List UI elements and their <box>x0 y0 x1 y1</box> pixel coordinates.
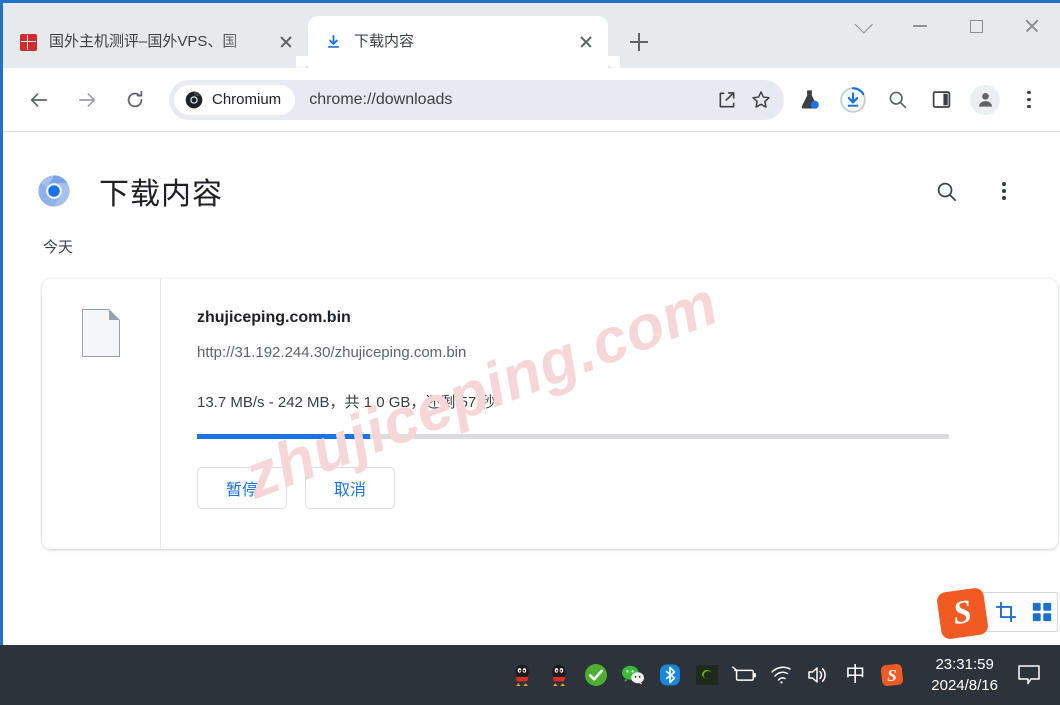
chromium-chip[interactable]: Chromium <box>174 84 296 115</box>
taskbar: 中 S 23:31:59 2024/8/16 <box>0 645 1060 705</box>
maximize-button[interactable] <box>948 3 1004 49</box>
file-url[interactable]: http://31.192.244.30/zhujiceping.com.bin <box>197 344 1058 361</box>
file-name[interactable]: zhujiceping.com.bin <box>197 309 1058 327</box>
download-icon <box>324 33 342 51</box>
section-label-today: 今天 <box>43 239 74 256</box>
browser-toolbar: Chromium chrome://downloads <box>3 68 1060 132</box>
minimize-icon <box>913 25 927 27</box>
svg-text:S: S <box>888 666 897 685</box>
red-square-favicon-icon <box>19 33 37 51</box>
page-search-button[interactable] <box>928 173 964 209</box>
progress-bar-fill <box>197 434 370 439</box>
downloads-header: 下载内容 <box>3 132 1060 224</box>
star-icon <box>752 90 770 108</box>
new-tab-button[interactable] <box>622 25 656 59</box>
close-button[interactable] <box>1004 3 1060 49</box>
avatar <box>970 84 1000 115</box>
cancel-button[interactable]: 取消 <box>305 467 395 509</box>
taskbar-clock[interactable]: 23:31:59 2024/8/16 <box>931 654 998 696</box>
grid-button[interactable] <box>1027 595 1057 629</box>
url-text[interactable]: chrome://downloads <box>309 91 710 109</box>
three-dot-menu-icon <box>1027 90 1031 109</box>
tab-close-icon[interactable] <box>274 30 298 54</box>
share-button[interactable] <box>710 83 744 117</box>
search-icon <box>937 182 956 201</box>
side-panel-button[interactable] <box>922 81 960 119</box>
crop-icon <box>995 601 1017 623</box>
side-panel-icon <box>932 91 950 108</box>
wifi-icon[interactable] <box>768 662 794 688</box>
toolbar-search-button[interactable] <box>878 81 916 119</box>
file-icon-column <box>42 279 161 549</box>
chromium-logo-icon <box>185 91 203 108</box>
qq-penguin-icon[interactable] <box>509 662 535 688</box>
header-actions <box>928 173 1036 209</box>
chevron-down-icon <box>854 14 873 34</box>
green-check-icon[interactable] <box>583 662 609 688</box>
tab-title: 下载内容 <box>354 33 415 50</box>
close-icon <box>1024 18 1040 34</box>
notification-button[interactable] <box>1016 662 1042 688</box>
address-bar[interactable]: Chromium chrome://downloads <box>169 79 784 120</box>
clock-date: 2024/8/16 <box>931 677 998 694</box>
share-icon <box>719 91 735 107</box>
person-icon <box>978 93 992 107</box>
page-title: 下载内容 <box>99 178 223 211</box>
chromium-chip-label: Chromium <box>212 91 282 108</box>
more-vertical-icon <box>1002 182 1006 200</box>
file-icon <box>82 309 120 357</box>
progress-bar-track <box>197 434 949 439</box>
screen-capture-toolbar: S <box>935 586 1058 641</box>
browser-menu-button[interactable] <box>1010 81 1048 119</box>
wechat-icon[interactable] <box>620 662 646 688</box>
clock-time: 23:31:59 <box>935 656 994 673</box>
download-status-text: 13.7 MB/s - 242 MB，共 1.0 GB，还剩 57 秒 <box>197 394 496 411</box>
download-progress-icon <box>840 86 866 113</box>
reload-button[interactable] <box>117 82 153 118</box>
ime-label: 中 <box>845 664 866 686</box>
qq-penguin-icon-2[interactable] <box>546 662 572 688</box>
downloads-button[interactable] <box>834 81 872 119</box>
flask-icon <box>801 90 819 109</box>
profile-button[interactable] <box>966 81 1004 119</box>
tab-inactive[interactable]: 国外主机测评–国外VPS、国 <box>3 16 308 68</box>
experiments-button[interactable] <box>790 81 828 119</box>
minimize-button[interactable] <box>892 3 948 49</box>
window-controls <box>836 3 1060 49</box>
tab-active-downloads[interactable]: 下载内容 <box>296 16 620 68</box>
download-details: zhujiceping.com.bin http://31.192.244.30… <box>161 279 1058 549</box>
chromium-logo-icon <box>37 174 71 208</box>
page-menu-button[interactable] <box>986 173 1022 209</box>
system-tray: 中 S <box>509 662 905 688</box>
bluetooth-icon[interactable] <box>657 662 683 688</box>
forward-arrow-icon <box>78 92 96 107</box>
bookmark-button[interactable] <box>744 83 778 117</box>
sogou-icon[interactable]: S <box>879 662 905 688</box>
battery-icon[interactable] <box>731 662 757 688</box>
back-arrow-icon <box>30 92 48 107</box>
sogou-logo-icon[interactable]: S <box>935 586 990 641</box>
ime-chinese-icon[interactable]: 中 <box>842 662 868 688</box>
tab-strip: 国外主机测评–国外VPS、国 下载内容 <box>3 3 1060 68</box>
volume-icon[interactable] <box>805 662 831 688</box>
browser-window: 国外主机测评–国外VPS、国 下载内容 Chromium chrome://do… <box>0 0 1060 645</box>
notification-icon <box>1018 665 1040 685</box>
nvidia-icon[interactable] <box>694 662 720 688</box>
downloads-page: 下载内容 今天 zhujiceping.com.bin http://31.19… <box>3 132 1060 644</box>
tab-search-button[interactable] <box>836 3 892 49</box>
tab-title: 国外主机测评–国外VPS、国 <box>49 33 238 50</box>
tab-close-icon[interactable] <box>574 30 598 54</box>
reload-icon <box>127 90 143 107</box>
screen: 国外主机测评–国外VPS、国 下载内容 Chromium chrome://do… <box>0 0 1060 705</box>
download-item-card[interactable]: zhujiceping.com.bin http://31.192.244.30… <box>42 279 1058 549</box>
crop-button[interactable] <box>991 595 1021 629</box>
back-button[interactable] <box>21 82 57 118</box>
forward-button[interactable] <box>69 82 105 118</box>
grid-icon <box>1032 602 1052 622</box>
maximize-icon <box>969 19 983 33</box>
search-icon <box>889 91 906 109</box>
download-actions: 暂停 取消 <box>197 467 1058 509</box>
pause-button[interactable]: 暂停 <box>197 467 287 509</box>
